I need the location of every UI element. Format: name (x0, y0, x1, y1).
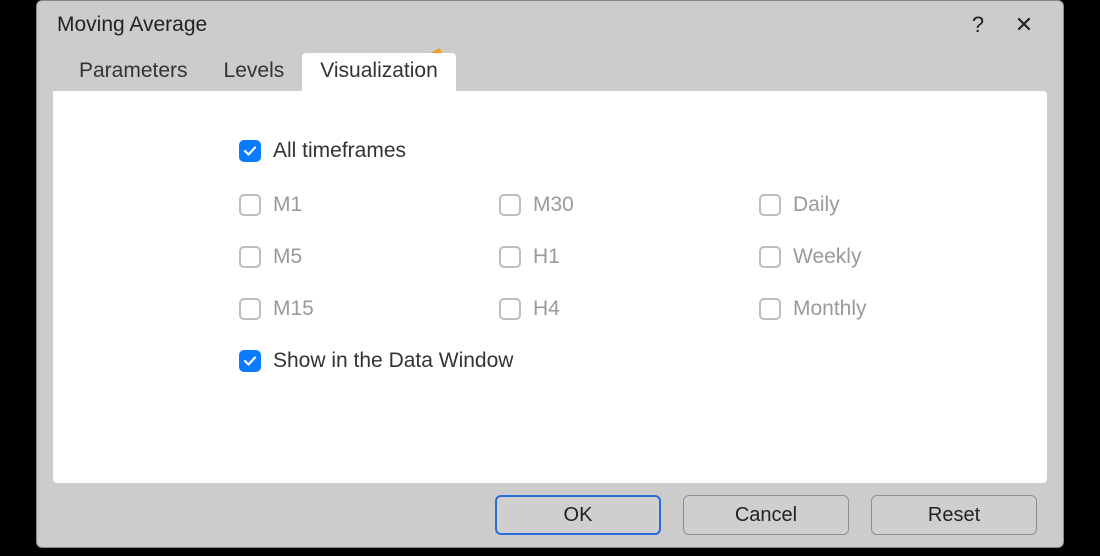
window-title: Moving Average (57, 13, 955, 37)
checkbox-label: All timeframes (273, 139, 406, 163)
checkbox-m15: M15 (239, 297, 499, 321)
checkbox-label: H4 (533, 297, 560, 321)
reset-button[interactable]: Reset (871, 495, 1037, 535)
checkbox-box (239, 350, 261, 372)
checkbox-label: Show in the Data Window (273, 349, 513, 373)
help-button[interactable]: ? (955, 12, 1001, 38)
checkbox-h4: H4 (499, 297, 759, 321)
checkbox-daily: Daily (759, 193, 1019, 217)
tabstrip: Parameters Levels Visualization (37, 49, 1063, 91)
checkbox-m1: M1 (239, 193, 499, 217)
dialog-footer: OK Cancel Reset (37, 483, 1063, 547)
checkbox-label: Daily (793, 193, 840, 217)
tab-parameters[interactable]: Parameters (61, 53, 206, 91)
checkbox-h1: H1 (499, 245, 759, 269)
checkbox-box (239, 140, 261, 162)
visualization-panel: All timeframes M1 M30 Daily M5 H1 Weekly… (53, 91, 1047, 483)
checkbox-label: Monthly (793, 297, 867, 321)
checkbox-m5: M5 (239, 245, 499, 269)
titlebar: Moving Average ? ✕ (37, 1, 1063, 49)
tab-visualization[interactable]: Visualization (302, 53, 456, 91)
checkbox-label: Weekly (793, 245, 861, 269)
checkbox-monthly: Monthly (759, 297, 1019, 321)
ok-button[interactable]: OK (495, 495, 661, 535)
cancel-button[interactable]: Cancel (683, 495, 849, 535)
moving-average-dialog: Moving Average ? ✕ Parameters Levels Vis… (36, 0, 1064, 548)
checkbox-label: M30 (533, 193, 574, 217)
tab-levels[interactable]: Levels (206, 53, 303, 91)
checkbox-weekly: Weekly (759, 245, 1019, 269)
checkbox-show-data-window[interactable]: Show in the Data Window (239, 349, 513, 373)
checkbox-label: H1 (533, 245, 560, 269)
checkbox-all-timeframes[interactable]: All timeframes (239, 139, 406, 163)
checkbox-m30: M30 (499, 193, 759, 217)
checkbox-label: M15 (273, 297, 314, 321)
close-button[interactable]: ✕ (1001, 12, 1047, 38)
checkbox-label: M5 (273, 245, 302, 269)
checkbox-label: M1 (273, 193, 302, 217)
